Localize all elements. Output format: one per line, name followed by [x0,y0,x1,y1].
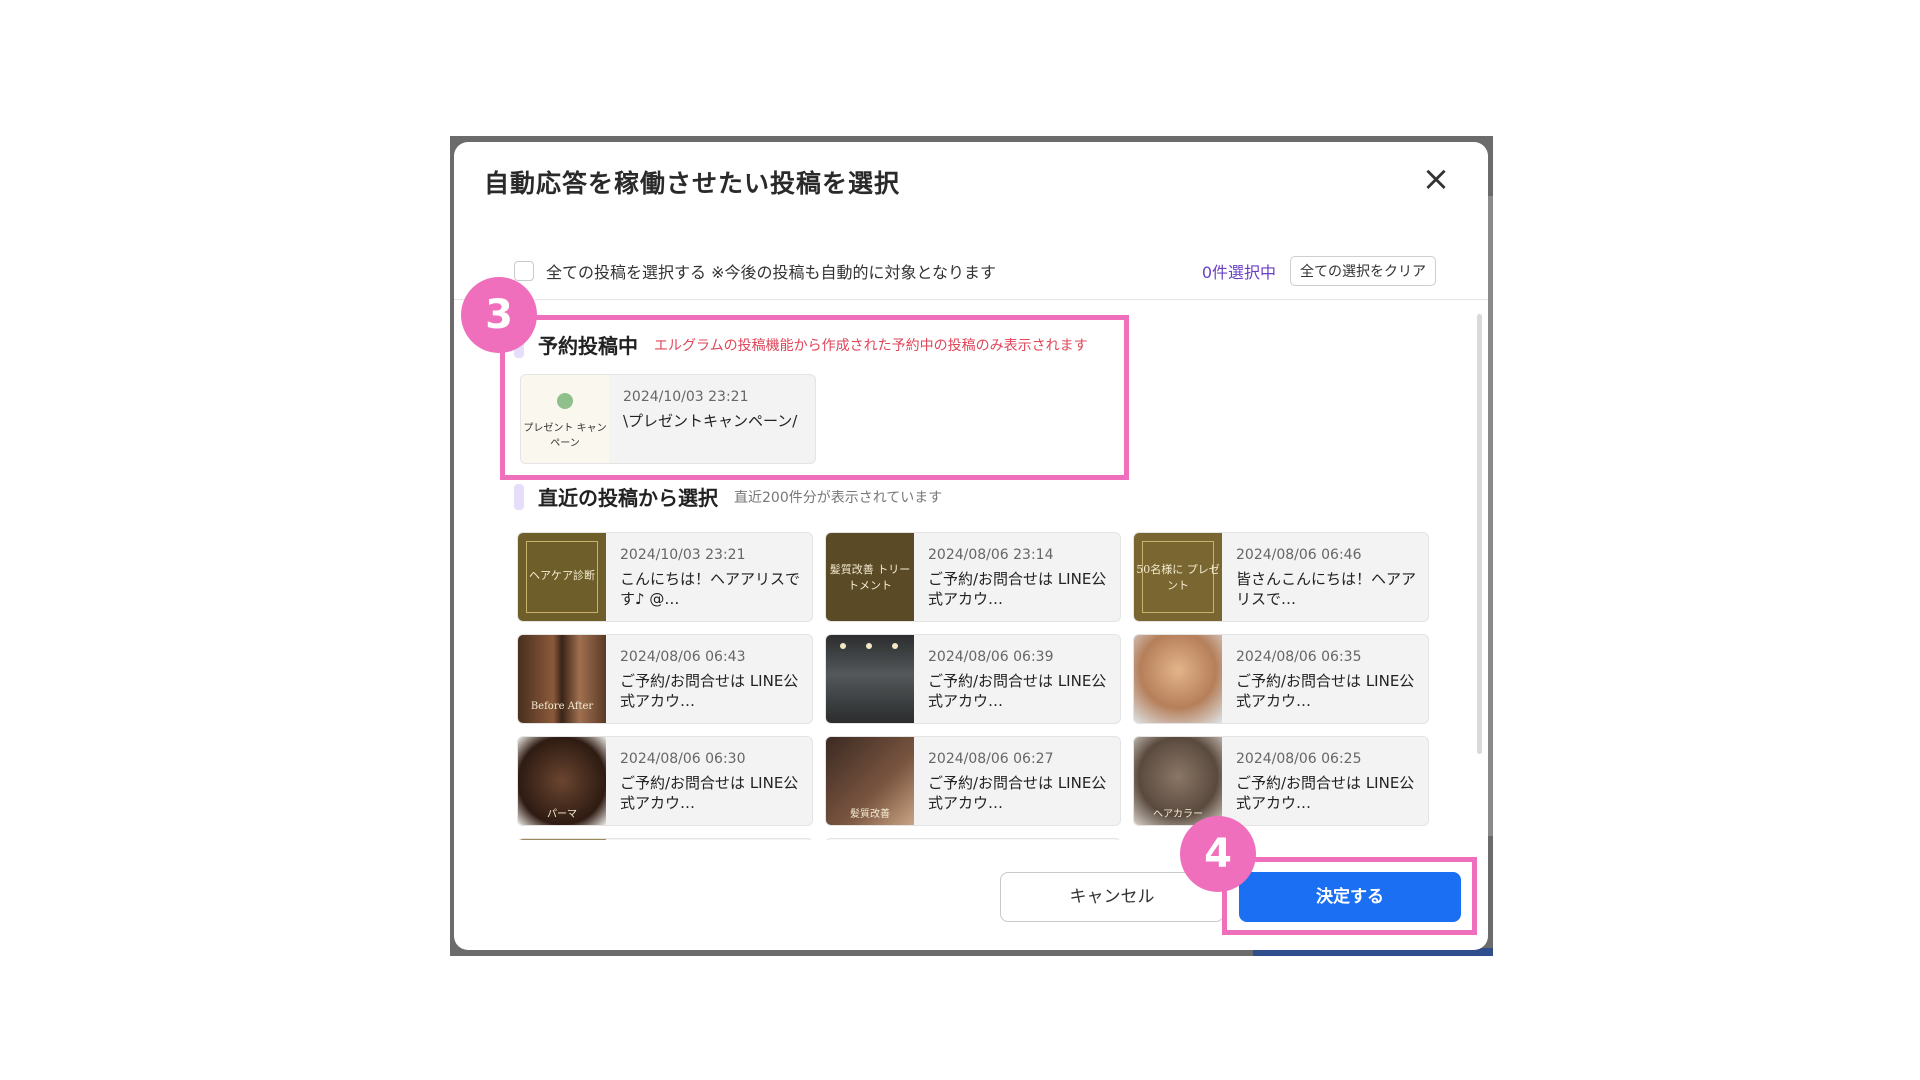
thumbnail-text: 50名様に プレゼント [1136,563,1220,592]
post-card[interactable]: 髪質改善 2024/08/06 06:27 ご予約/お問合せは LINE公式アカ… [825,736,1121,826]
thumbnail-text: 髪質改善 トリートメント [829,563,911,592]
post-card[interactable] [517,838,813,840]
post-thumbnail [518,839,606,840]
post-card[interactable] [825,838,1121,840]
post-caption: ご予約/お問合せは LINE公式アカウ… [928,672,1107,710]
post-thumbnail: 50名様に プレゼント [1134,533,1222,621]
post-thumbnail [826,635,914,723]
scrollbar[interactable] [1477,314,1482,754]
post-caption: 皆さんこんにちは！ヘアアリスで… [1236,570,1417,608]
post-caption: ご予約/お問合せは LINE公式アカウ… [620,672,799,710]
annotation-step-4: 4 [1180,816,1256,892]
annotation-highlight-confirm [1222,857,1477,935]
thumbnail-text: 髪質改善 [850,809,890,820]
clear-selection-button[interactable]: 全ての選択をクリア [1290,256,1436,286]
post-card[interactable]: 2024/08/06 06:39 ご予約/お問合せは LINE公式アカウ… [825,634,1121,724]
post-date: 2024/08/06 06:27 [928,751,1054,767]
thumbnail-text: パーマ [547,809,577,820]
recent-section-title: 直近の投稿から選択 [538,486,718,510]
post-caption: ご予約/お問合せは LINE公式アカウ… [1236,774,1415,812]
post-card[interactable]: Before After 2024/08/06 06:43 ご予約/お問合せは … [517,634,813,724]
close-icon[interactable]: × [1420,162,1452,196]
post-date: 2024/08/06 06:46 [1236,547,1362,563]
post-date: 2024/10/03 23:21 [620,547,746,563]
post-caption: ご予約/お問合せは LINE公式アカウ… [620,774,799,812]
thumbnail-text: ヘアケア診断 [529,569,595,582]
annotation-highlight-scheduled [500,315,1129,480]
select-all-row: 全ての投稿を選択する ※今後の投稿も自動的に対象となります 0件選択中 全ての選… [514,254,1436,288]
post-card[interactable]: 髪質改善 トリートメント 2024/08/06 23:14 ご予約/お問合せは … [825,532,1121,622]
section-marker [514,483,524,510]
post-select-dialog: 自動応答を稼働させたい投稿を選択 × 全ての投稿を選択する ※今後の投稿も自動的… [454,142,1488,950]
post-date: 2024/08/06 06:39 [928,649,1054,665]
thumbnail-text: Before After [530,701,594,712]
post-thumbnail: ヘアケア診断 [518,533,606,621]
post-caption: ご予約/お問合せは LINE公式アカウ… [928,774,1107,812]
post-date: 2024/08/06 06:30 [620,751,746,767]
post-thumbnail: パーマ [518,737,606,825]
dialog-title: 自動応答を稼働させたい投稿を選択 [484,169,901,198]
post-caption: ご予約/お問合せは LINE公式アカウ… [1236,672,1415,710]
select-all-checkbox[interactable] [514,261,534,281]
post-thumbnail: 髪質改善 [826,737,914,825]
recent-section-note: 直近200件分が表示されています [734,489,943,506]
selected-count: 0件選択中 [1201,263,1276,282]
post-card[interactable]: ヘアケア診断 2024/10/03 23:21 こんにちは！ヘアアリスです♪ @… [517,532,813,622]
post-card[interactable]: パーマ 2024/08/06 06:30 ご予約/お問合せは LINE公式アカウ… [517,736,813,826]
post-date: 2024/08/06 06:35 [1236,649,1362,665]
annotation-step-3: 3 [461,277,537,353]
post-thumbnail: ヘアカラー [1134,737,1222,825]
post-date: 2024/08/06 06:25 [1236,751,1362,767]
post-caption: ご予約/お問合せは LINE公式アカウ… [928,570,1107,608]
post-card[interactable]: 2024/08/06 06:35 ご予約/お問合せは LINE公式アカウ… [1133,634,1429,724]
post-card[interactable]: 50名様に プレゼント 2024/08/06 06:46 皆さんこんにちは！ヘア… [1133,532,1429,622]
select-all-label[interactable]: 全ての投稿を選択する ※今後の投稿も自動的に対象となります [546,259,996,283]
post-thumbnail: 髪質改善 トリートメント [826,533,914,621]
post-thumbnail [1134,635,1222,723]
post-date: 2024/08/06 23:14 [928,547,1054,563]
post-thumbnail: Before After [518,635,606,723]
post-date: 2024/08/06 06:43 [620,649,746,665]
recent-section-header: 直近の投稿から選択 直近200件分が表示されています [514,482,942,511]
post-caption: こんにちは！ヘアアリスです♪ @… [620,570,801,608]
post-card[interactable]: ヘアカラー 2024/08/06 06:25 ご予約/お問合せは LINE公式ア… [1133,736,1429,826]
